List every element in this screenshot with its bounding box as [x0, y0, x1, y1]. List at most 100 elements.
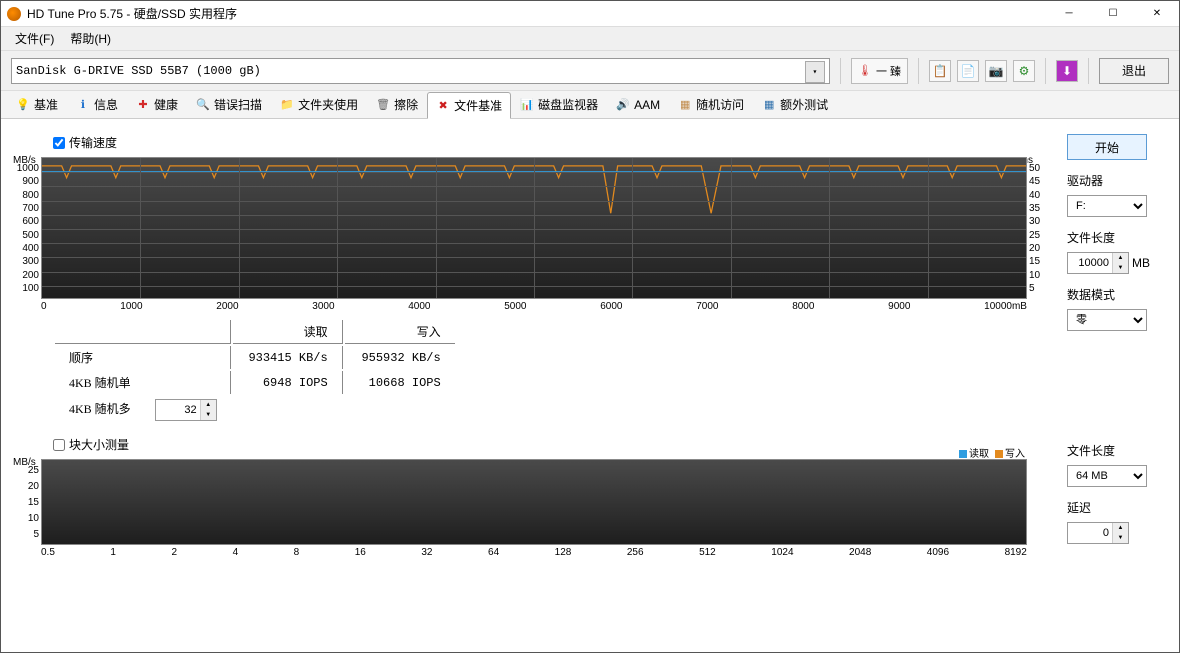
delay-spinner[interactable]: ▲▼	[1067, 522, 1129, 544]
row-4km-read	[233, 396, 343, 424]
hdr-write: 写入	[345, 320, 455, 344]
legend-write-swatch	[995, 450, 1003, 458]
tab-7[interactable]: 📊磁盘监视器	[511, 91, 607, 118]
row-4km-write	[345, 396, 455, 424]
delay-label: 延迟	[1067, 499, 1167, 516]
tabbar: 💡基准ℹ信息✚健康🔍错误扫描📁文件夹使用 🗑 擦除 ✖ 文件基准 📊磁盘监视器 🔊 AAM ▦随…	[1, 91, 1179, 119]
spin-down-icon[interactable]: ▼	[1113, 533, 1128, 543]
tab-6[interactable]: ✖ 文件基准	[427, 92, 511, 119]
tab-label: 健康	[154, 96, 178, 113]
tab-label: 错误扫描	[214, 96, 262, 113]
drive-dropdown[interactable]: SanDisk G-DRIVE SSD 55B7 (1000 gB)	[11, 58, 830, 84]
filelen2-label: 文件长度	[1067, 442, 1167, 459]
close-button[interactable]: ✕	[1135, 1, 1179, 27]
spin-up-icon[interactable]: ▲	[1113, 523, 1128, 533]
filelen-spinner[interactable]: ▲▼	[1067, 252, 1129, 274]
exit-button[interactable]: 退出	[1099, 58, 1169, 84]
tab-2[interactable]: ✚健康	[127, 91, 187, 118]
save-button[interactable]: ⬇	[1056, 60, 1078, 82]
menubar: 文件(F) 帮助(H)	[1, 27, 1179, 51]
tab-label: 擦除	[394, 96, 418, 113]
datamode-label: 数据模式	[1067, 286, 1167, 303]
settings-button[interactable]: ⚙	[1013, 60, 1035, 82]
tab-icon: 💡	[16, 98, 30, 112]
blocksize-checkbox-label: 块大小测量	[69, 436, 129, 453]
drive-selected-text: SanDisk G-DRIVE SSD 55B7 (1000 gB)	[16, 64, 261, 78]
content-pane: 传输速度 MB/s ms 100090080070060050040030020…	[1, 119, 1179, 652]
tab-label: 文件夹使用	[298, 96, 358, 113]
tab-0[interactable]: 💡基准	[7, 91, 67, 118]
menu-help[interactable]: 帮助(H)	[62, 27, 119, 50]
separator	[840, 58, 841, 84]
row-4k1-label: 4KB 随机单	[55, 371, 231, 394]
transfer-checkbox[interactable]	[53, 137, 65, 149]
queue-depth-spinner[interactable]: ▲▼	[155, 399, 217, 421]
maximize-button[interactable]: ☐	[1091, 1, 1135, 27]
legend: 读取 写入	[959, 445, 1025, 460]
tab-4[interactable]: 📁文件夹使用	[271, 91, 367, 118]
tab-label: AAM	[634, 98, 660, 112]
row-seq-label: 顺序	[55, 346, 231, 369]
transfer-plot	[41, 157, 1027, 299]
separator	[1088, 58, 1089, 84]
separator	[918, 58, 919, 84]
temperature-text: 一 臻	[876, 63, 901, 79]
row-seq-read: 933415 KB/s	[233, 346, 343, 369]
spin-up-icon[interactable]: ▲	[1113, 253, 1128, 263]
side-controls-1: 开始 驱动器 F: 文件长度 ▲▼ MB 数据模式 零	[1067, 134, 1167, 331]
transfer-checkbox-label: 传输速度	[69, 134, 117, 151]
blocksize-section: 块大小测量 MB/s 读取 写入 252015105 0.51248163264…	[13, 436, 1047, 558]
x-axis-2: 0.512481632641282565121024204840968192	[41, 545, 1027, 558]
screenshot-button[interactable]: 📷	[985, 60, 1007, 82]
tab-5[interactable]: 🗑 擦除	[367, 91, 427, 118]
temperature-display[interactable]: 🌡 一 臻	[851, 58, 908, 84]
y-axis-left: 1000900800700600500400300200100	[13, 163, 39, 294]
datamode-select[interactable]: 零	[1067, 309, 1147, 331]
blocksize-checkbox[interactable]	[53, 439, 65, 451]
drive-letter-select[interactable]: F:	[1067, 195, 1147, 217]
menu-file[interactable]: 文件(F)	[7, 27, 62, 50]
tab-label: 磁盘监视器	[538, 96, 598, 113]
tab-icon: ✖	[436, 99, 450, 113]
start-button[interactable]: 开始	[1067, 134, 1147, 160]
tab-10[interactable]: ▦额外测试	[753, 91, 837, 118]
tab-8[interactable]: 🔊 AAM	[607, 93, 669, 117]
row-4k1-write: 10668 IOPS	[345, 371, 455, 394]
tab-label: 额外测试	[780, 96, 828, 113]
tab-icon: 🔊	[616, 98, 630, 112]
blocksize-checkbox-row[interactable]: 块大小测量	[53, 436, 1047, 453]
transfer-checkbox-row[interactable]: 传输速度	[53, 134, 1047, 151]
app-window: HD Tune Pro 5.75 - 硬盘/SSD 实用程序 ─ ☐ ✕ 文件(…	[0, 0, 1180, 653]
top-toolbar: SanDisk G-DRIVE SSD 55B7 (1000 gB) 🌡 一 臻…	[1, 51, 1179, 91]
y-axis-right: 5045403530252015105	[1029, 163, 1045, 294]
filelen2-select[interactable]: 64 MB	[1067, 465, 1147, 487]
hdr-read: 读取	[233, 320, 343, 344]
titlebar: HD Tune Pro 5.75 - 硬盘/SSD 实用程序 ─ ☐ ✕	[1, 1, 1179, 27]
tab-3[interactable]: 🔍错误扫描	[187, 91, 271, 118]
copy-info-button[interactable]: 📋	[929, 60, 951, 82]
minimize-button[interactable]: ─	[1047, 1, 1091, 27]
blocksize-chart-wrap: MB/s 读取 写入 252015105 0.51248163264128256…	[41, 459, 1027, 558]
tab-1[interactable]: ℹ信息	[67, 91, 127, 118]
copy-result-button[interactable]: 📄	[957, 60, 979, 82]
filelen-input[interactable]	[1068, 253, 1112, 273]
separator	[1045, 58, 1046, 84]
transfer-chart-wrap: MB/s ms 1000900800700600500400300200100 …	[41, 157, 1027, 312]
queue-depth-input[interactable]	[156, 400, 200, 420]
delay-input[interactable]	[1068, 523, 1112, 543]
tab-label: 文件基准	[454, 97, 502, 114]
spin-down-icon[interactable]: ▼	[201, 410, 216, 420]
app-icon	[7, 7, 21, 21]
drive-label: 驱动器	[1067, 172, 1167, 189]
spin-down-icon[interactable]: ▼	[1113, 263, 1128, 273]
row-seq-write: 955932 KB/s	[345, 346, 455, 369]
thermometer-icon: 🌡	[858, 64, 872, 77]
row-4k1-read: 6948 IOPS	[233, 371, 343, 394]
row-4km-label: 4KB 随机多	[69, 402, 131, 416]
y-axis-left-2: 252015105	[13, 465, 39, 540]
transfer-section: 传输速度 MB/s ms 100090080070060050040030020…	[13, 134, 1047, 426]
tab-icon: 🗑	[376, 98, 390, 112]
spin-up-icon[interactable]: ▲	[201, 400, 216, 410]
window-title: HD Tune Pro 5.75 - 硬盘/SSD 实用程序	[27, 5, 1047, 22]
tab-9[interactable]: ▦随机访问	[669, 91, 753, 118]
